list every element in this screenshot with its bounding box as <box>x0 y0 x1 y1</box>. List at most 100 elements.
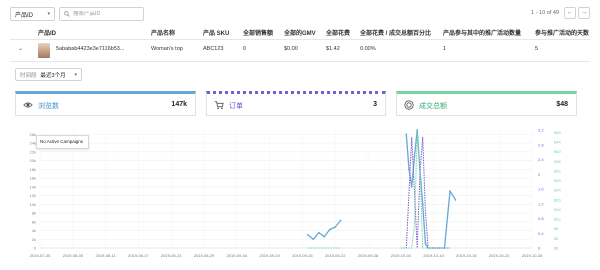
y-tick-label: 10k <box>30 202 36 207</box>
search-field-select[interactable]: 产品ID ▾ <box>10 7 55 21</box>
y2-tick-label: 0.4 <box>538 231 544 236</box>
eye-icon <box>23 102 33 108</box>
metric-label: 成交总额 <box>419 103 447 110</box>
x-tick-label: 2019-08-05 <box>63 253 84 258</box>
data-point <box>405 133 408 136</box>
data-point <box>334 226 337 228</box>
y2-tick-label: 2.8 <box>538 142 544 147</box>
data-point <box>339 219 342 222</box>
y3-tick-label: $20 <box>554 197 561 202</box>
y-tick-label: 22k <box>30 149 36 154</box>
date-range-select[interactable]: 时间段 最近3个月 ▾ <box>15 68 82 81</box>
search-input[interactable] <box>73 11 143 17</box>
x-tick-label: 2019-10-10 <box>423 253 444 258</box>
data-point <box>317 231 320 234</box>
x-tick-label: 2019-09-28 <box>358 253 379 258</box>
next-page-button[interactable]: → <box>578 7 590 19</box>
cell-campaign-count: 1 <box>443 46 447 52</box>
col-spend-pct[interactable]: 全部花费 / 成交总额百分比 <box>360 28 431 37</box>
cell-product-sku: ABC123 <box>203 46 224 52</box>
data-point <box>424 242 427 245</box>
select-label: 产品ID <box>15 12 34 19</box>
col-campaign-days[interactable]: 参与推广活动的天数 <box>535 28 589 37</box>
prev-page-button[interactable]: ← <box>564 7 576 19</box>
y2-tick-label: 3.2 <box>538 128 544 133</box>
y3-tick-label: $4 <box>554 236 559 241</box>
y-tick-label: 12k <box>30 193 36 198</box>
cell-total-spend: $1.42 <box>326 46 340 52</box>
x-tick-label: 2019-10-22 <box>489 253 510 258</box>
y-tick-label: 2k <box>32 237 36 242</box>
y2-tick-label: 0 <box>538 246 541 251</box>
y3-tick-label: $36 <box>554 159 561 164</box>
x-tick-label: 2019-08-17 <box>128 253 149 258</box>
col-product-name[interactable]: 产品名称 <box>151 28 175 37</box>
col-total-spend[interactable]: 全部花费 <box>326 28 350 37</box>
data-point <box>306 233 309 236</box>
y-tick-label: 18k <box>30 167 36 172</box>
cell-product-id: 5ababab4423e3e7116b53... <box>56 46 125 52</box>
metric-card-orders[interactable]: 订单 3 <box>206 91 386 116</box>
toolbar: 产品ID ▾ 1 - 10 of 49 ← → <box>10 6 590 22</box>
y-tick-label: 8k <box>32 211 36 216</box>
x-tick-label: 2019-09-16 <box>292 253 313 258</box>
y-tick-label: 0 <box>34 246 37 251</box>
cell-total-gmv: $0.00 <box>284 46 298 52</box>
y3-tick-label: $0 <box>554 246 559 251</box>
dollar-circle-icon <box>404 100 414 110</box>
metric-value: $48 <box>556 101 568 108</box>
cell-spend-pct: 0.00% <box>360 46 376 52</box>
col-total-sales[interactable]: 全部销售额 <box>243 28 273 37</box>
table-header: 产品ID 产品名称 产品 SKU 全部销售额 全部的GMV 全部花费 全部花费 … <box>10 22 590 40</box>
x-tick-label: 2019-10-04 <box>391 253 412 258</box>
x-tick-label: 2019-08-11 <box>96 253 117 258</box>
pager-text: 1 - 10 of 49 <box>531 10 559 16</box>
y2-tick-label: 1.2 <box>538 201 544 206</box>
col-total-gmv[interactable]: 全部的GMV <box>284 28 316 37</box>
y-tick-label: 6k <box>32 219 36 224</box>
x-tick-label: 2019-08-23 <box>161 253 182 258</box>
data-point <box>454 199 457 201</box>
chevron-down-icon[interactable]: ⌄ <box>18 45 23 52</box>
metric-label: 浏览数 <box>38 103 59 110</box>
y3-tick-label: $12 <box>554 217 561 222</box>
y2-tick-label: 1.6 <box>538 187 544 192</box>
table-row[interactable]: ⌄ 5ababab4423e3e7116b53... Woman's top A… <box>10 40 590 62</box>
y3-tick-label: $44 <box>554 140 561 145</box>
col-campaign-count[interactable]: 产品参与其中的推广活动数量 <box>443 28 521 37</box>
chevron-down-icon: ▾ <box>74 71 77 78</box>
data-point <box>312 238 315 241</box>
y3-tick-label: $28 <box>554 178 561 183</box>
data-point <box>416 129 419 131</box>
data-point <box>421 203 424 206</box>
metric-card-gmv[interactable]: 成交总额 $48 <box>396 91 577 116</box>
y-tick-label: 20k <box>30 158 36 163</box>
data-point <box>449 190 451 193</box>
x-tick-label: 2019-10-16 <box>456 253 477 258</box>
cell-campaign-days: 5 <box>535 46 539 52</box>
cell-product-name: Woman's top <box>151 46 183 52</box>
y3-tick-label: $16 <box>554 207 561 212</box>
y3-tick-label: $8 <box>554 226 559 231</box>
data-point <box>413 155 416 158</box>
x-tick-label: 2019-09-04 <box>227 253 248 258</box>
search-icon <box>64 11 70 17</box>
y-tick-label: 14k <box>30 184 36 189</box>
metric-label: 订单 <box>229 103 243 110</box>
date-range-value: 最近3个月 <box>40 72 66 79</box>
col-product-id[interactable]: 产品ID <box>38 28 56 37</box>
x-tick-label: 2019-08-29 <box>194 253 215 258</box>
date-range-bar: 时间段 最近3个月 ▾ <box>15 68 82 81</box>
chevron-down-icon: ▾ <box>47 11 50 17</box>
search-box[interactable] <box>59 7 144 21</box>
y-tick-label: 4k <box>32 228 36 233</box>
y3-tick-label: $40 <box>554 149 561 154</box>
data-point <box>328 228 331 231</box>
metric-card-views[interactable]: 浏览数 147k <box>15 91 196 116</box>
col-product-sku[interactable]: 产品 SKU <box>203 28 229 37</box>
product-thumbnail <box>38 43 50 58</box>
y3-tick-label: $32 <box>554 168 561 173</box>
y3-tick-label: $48 <box>554 130 561 135</box>
data-point <box>323 235 326 238</box>
metric-value: 147k <box>171 101 187 108</box>
